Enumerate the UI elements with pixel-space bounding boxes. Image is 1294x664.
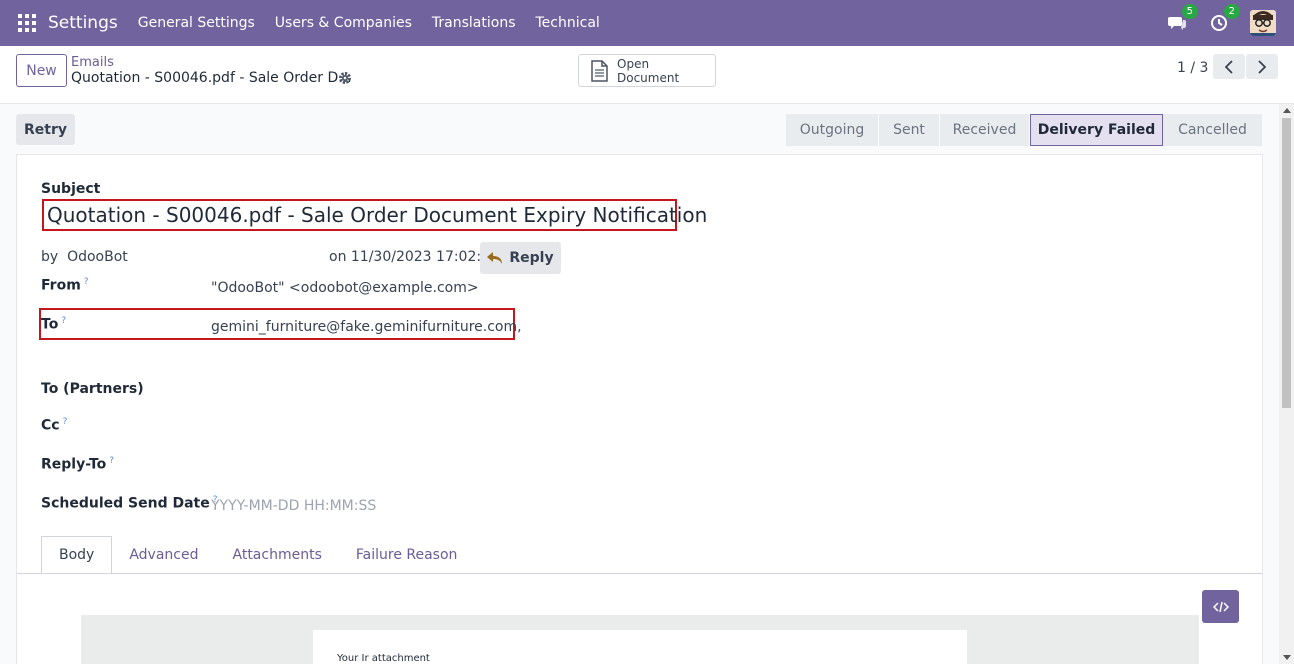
open-document-button[interactable]: Open Document	[578, 54, 716, 87]
chat-badge: 5	[1181, 4, 1198, 19]
scroll-down-arrow-icon[interactable]	[1283, 655, 1291, 660]
activity-clock-icon[interactable]: 2	[1208, 4, 1240, 34]
email-body-preview: Your Ir attachment	[81, 615, 1199, 664]
tabs-divider	[17, 573, 1262, 574]
tab-failure-reason[interactable]: Failure Reason	[339, 536, 475, 574]
retry-button[interactable]: Retry	[16, 114, 75, 145]
notebook-tabs: Body Advanced Attachments Failure Reason	[41, 536, 474, 574]
to-partners-label: To (Partners)	[41, 381, 144, 397]
sent-date: on 11/30/2023 17:02:26	[329, 249, 499, 265]
reply-arrow-icon	[487, 252, 503, 264]
vertical-scrollbar[interactable]	[1279, 104, 1294, 664]
cc-help-icon[interactable]: ?	[63, 417, 68, 427]
pager-previous-button[interactable]	[1213, 54, 1245, 79]
app-brand[interactable]: Settings	[48, 13, 118, 33]
user-avatar[interactable]	[1250, 10, 1276, 36]
top-navbar: Settings General Settings Users & Compan…	[0, 0, 1294, 46]
stage-sent[interactable]: Sent	[879, 114, 940, 146]
tab-attachments[interactable]: Attachments	[216, 536, 339, 574]
subject-label: Subject	[41, 181, 101, 197]
cc-label: Cc?	[41, 417, 68, 434]
pager-next-button[interactable]	[1246, 54, 1278, 79]
by-prefix: by	[41, 249, 59, 265]
nav-general-settings[interactable]: General Settings	[138, 15, 255, 31]
reply-to-label: Reply-To?	[41, 456, 115, 473]
nav-technical[interactable]: Technical	[536, 15, 600, 31]
control-panel: New Emails Quotation - S00046.pdf - Sale…	[0, 46, 1294, 104]
chat-icon[interactable]: 5	[1166, 4, 1198, 34]
from-help-icon[interactable]: ?	[84, 277, 89, 287]
scheduled-send-date-label: Scheduled Send Date?	[41, 495, 218, 512]
nav-users-companies[interactable]: Users & Companies	[275, 15, 412, 31]
to-label: To?	[41, 316, 67, 333]
gear-icon[interactable]	[338, 71, 352, 85]
status-bar: Retry Outgoing Sent Received Delivery Fa…	[0, 104, 1294, 154]
subject-field[interactable]: Quotation - S00046.pdf - Sale Order Docu…	[42, 199, 707, 231]
reply-button[interactable]: Reply	[480, 242, 561, 274]
author-line: by OdooBot	[41, 249, 128, 265]
record-title: Quotation - S00046.pdf - Sale Order D...	[71, 70, 352, 86]
tab-body[interactable]: Body	[41, 536, 113, 574]
reply-label: Reply	[509, 250, 554, 266]
stage-received[interactable]: Received	[940, 114, 1030, 146]
scroll-up-arrow-icon[interactable]	[1283, 108, 1291, 113]
to-value[interactable]: gemini_furniture@fake.geminifurniture.co…	[211, 319, 522, 335]
to-help-icon[interactable]: ?	[61, 316, 66, 326]
chevron-left-icon	[1224, 59, 1233, 74]
apps-menu-icon[interactable]	[18, 14, 36, 32]
breadcrumb-emails[interactable]: Emails	[71, 55, 114, 70]
chevron-right-icon	[1258, 59, 1267, 74]
scheduled-send-date-input[interactable]: YYYY-MM-DD HH:MM:SS	[211, 498, 376, 514]
pager-counter[interactable]: 1 / 3	[1177, 60, 1208, 76]
new-button[interactable]: New	[16, 54, 67, 87]
document-icon	[589, 59, 609, 82]
from-label: From?	[41, 277, 89, 294]
scroll-thumb[interactable]	[1282, 118, 1291, 408]
stage-delivery-failed[interactable]: Delivery Failed	[1030, 114, 1163, 146]
form-sheet: Subject Quotation - S00046.pdf - Sale Or…	[16, 154, 1263, 664]
open-document-label: Open Document	[617, 56, 680, 85]
stage-cancelled[interactable]: Cancelled	[1163, 114, 1263, 146]
tab-advanced[interactable]: Advanced	[112, 536, 215, 574]
email-body-paper: Your Ir attachment	[313, 630, 967, 664]
author-name[interactable]: OdooBot	[67, 249, 128, 265]
email-body-text: Your Ir attachment	[337, 653, 430, 664]
activity-badge: 2	[1223, 4, 1240, 19]
code-view-button[interactable]	[1202, 590, 1239, 623]
stage-pipeline: Outgoing Sent Received Delivery Failed C…	[786, 114, 1263, 146]
code-icon	[1212, 601, 1229, 612]
stage-outgoing[interactable]: Outgoing	[786, 114, 879, 146]
reply-to-help-icon[interactable]: ?	[109, 456, 114, 466]
from-value[interactable]: "OdooBot" <odoobot@example.com>	[211, 280, 479, 296]
nav-translations[interactable]: Translations	[432, 15, 516, 31]
